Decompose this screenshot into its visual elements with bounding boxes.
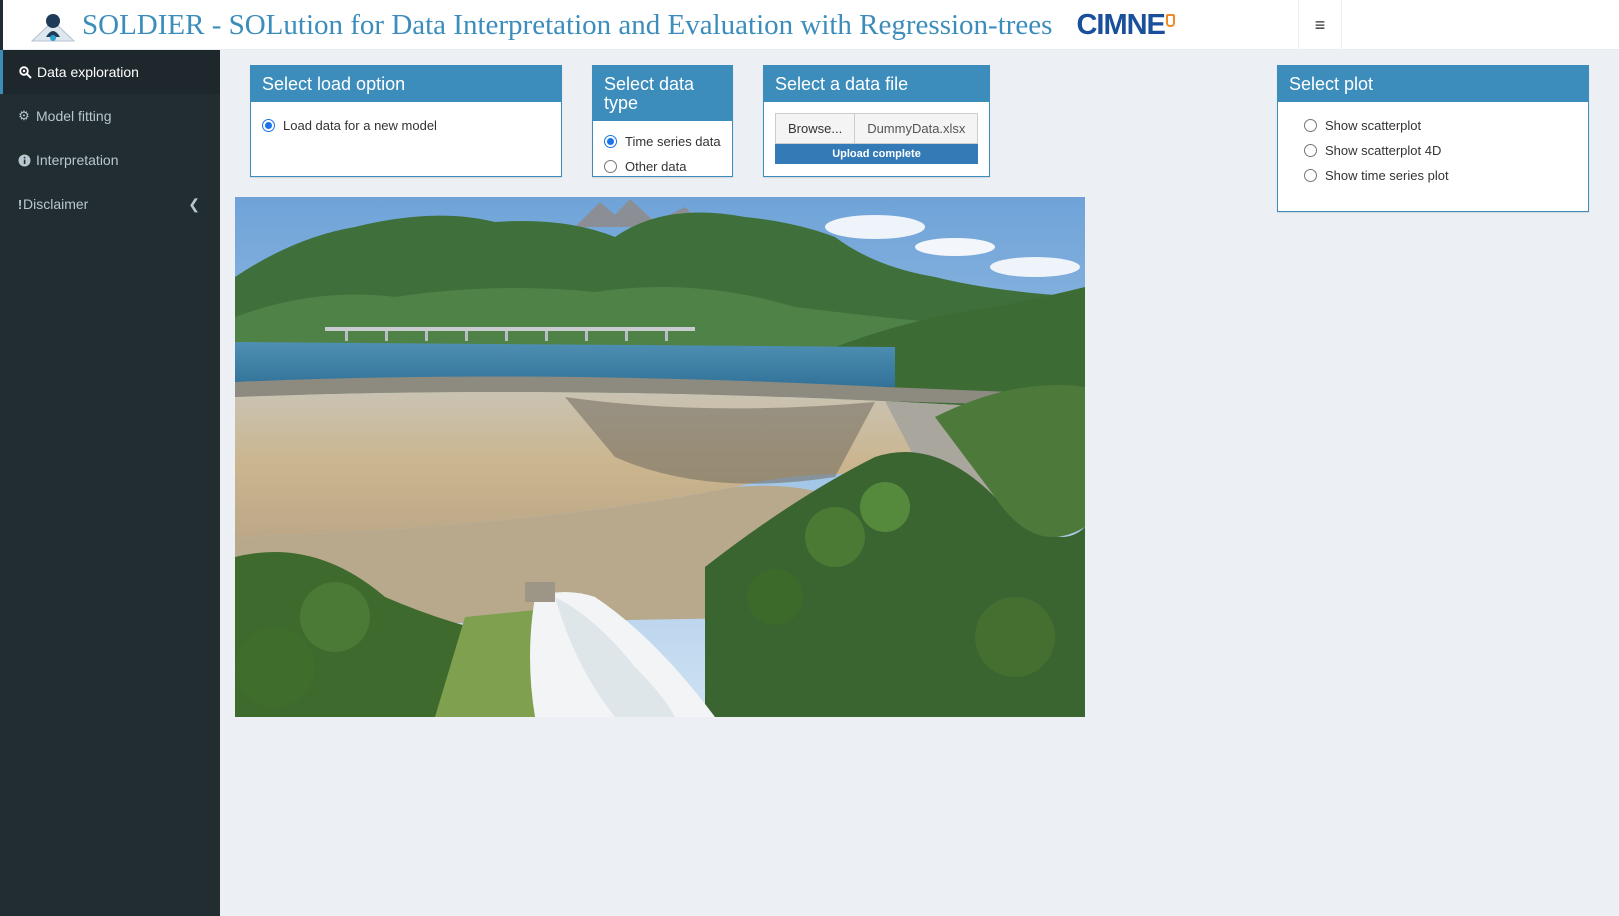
sidebar-toggle-button[interactable]: ≡ <box>1298 0 1342 50</box>
radio-label: Time series data <box>625 134 721 149</box>
cimne-mark-icon <box>1165 13 1175 27</box>
chevron-left-icon[interactable]: ❮ <box>188 196 200 213</box>
radio-button[interactable] <box>1304 119 1317 132</box>
app-title: SOLDIER - SOLution for Data Interpretati… <box>82 8 1053 41</box>
sidebar-item-interpretation[interactable]: Interpretation <box>0 138 220 182</box>
sidebar-item-label: Model fitting <box>36 108 112 124</box>
radio-label: Other data <box>625 159 687 174</box>
radio-show-scatterplot[interactable]: Show scatterplot <box>1304 113 1577 138</box>
sidebar-item-label: Data exploration <box>37 64 139 80</box>
radio-show-scatterplot-4d[interactable]: Show scatterplot 4D <box>1304 138 1577 163</box>
gear-icon: ⚙ <box>18 108 30 123</box>
radio-load-new-model[interactable]: Load data for a new model <box>262 113 550 138</box>
sidebar-item-label: Disclaimer <box>23 196 89 212</box>
cimne-logo: CIMNE <box>1076 8 1175 42</box>
radio-button[interactable] <box>604 135 617 148</box>
radio-show-time-series-plot[interactable]: Show time series plot <box>1304 163 1577 188</box>
top-header: SOLDIER - SOLution for Data Interpretati… <box>0 0 1619 50</box>
radio-label: Show scatterplot <box>1325 118 1422 133</box>
cimne-logo-text: CIMNE <box>1076 8 1165 41</box>
sidebar: Data exploration ⚙ Model fitting Interpr… <box>0 0 220 916</box>
load-option-box: Select load option Load data for a new m… <box>250 65 562 177</box>
sidebar-item-model-fitting[interactable]: ⚙ Model fitting <box>0 94 220 138</box>
box-title: Select load option <box>251 65 561 102</box>
box-title: Select plot <box>1278 65 1588 102</box>
radio-label: Show scatterplot 4D <box>1325 143 1442 158</box>
box-title: Select data type <box>593 65 732 121</box>
info-icon <box>17 153 31 167</box>
search-icon <box>18 65 32 79</box>
sidebar-item-data-exploration[interactable]: Data exploration <box>0 50 220 94</box>
data-type-box: Select data type Time series data Other … <box>592 65 733 177</box>
data-file-box: Select a data file Browse... DummyData.x… <box>763 65 990 177</box>
brand: SOLDIER - SOLution for Data Interpretati… <box>0 0 1175 50</box>
radio-label: Load data for a new model <box>283 118 437 133</box>
browse-button[interactable]: Browse... <box>776 114 856 143</box>
hamburger-icon: ≡ <box>1314 14 1326 35</box>
progress-label: Upload complete <box>832 148 921 160</box>
globe-figure-icon <box>30 7 76 43</box>
file-name-field[interactable]: DummyData.xlsx <box>855 114 978 143</box>
radio-button[interactable] <box>604 160 617 173</box>
sidebar-item-label: Interpretation <box>36 152 119 168</box>
radio-button[interactable] <box>1304 144 1317 157</box>
dam-photo <box>235 197 1085 717</box>
radio-time-series[interactable]: Time series data <box>604 129 721 154</box>
box-title: Select a data file <box>764 65 989 102</box>
file-input[interactable]: Browse... DummyData.xlsx <box>775 113 978 144</box>
radio-button[interactable] <box>1304 169 1317 182</box>
radio-button[interactable] <box>262 119 275 132</box>
select-plot-box: Select plot Show scatterplot Show scatte… <box>1277 65 1589 212</box>
radio-other-data[interactable]: Other data <box>604 154 721 176</box>
radio-label: Show time series plot <box>1325 168 1449 183</box>
upload-progress-bar: Upload complete <box>775 144 978 164</box>
sidebar-item-disclaimer[interactable]: ! Disclaimer ❮ <box>0 182 220 226</box>
